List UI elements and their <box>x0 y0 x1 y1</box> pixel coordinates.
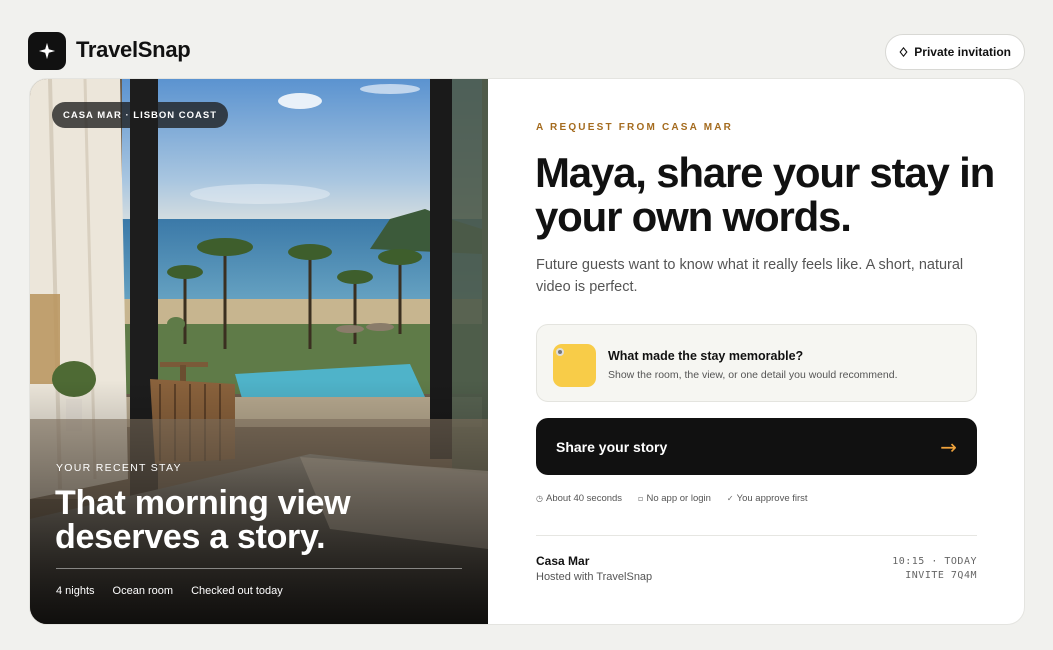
share-story-label: Share your story <box>556 438 668 455</box>
stay-meta-checkout: Checked out today <box>191 585 283 597</box>
request-eyebrow: A REQUEST FROM CASA MAR <box>536 122 734 133</box>
brand-name: TravelSnap <box>76 37 191 62</box>
panel-divider <box>536 535 977 536</box>
stay-meta-nights: 4 nights <box>56 585 95 597</box>
story-prompt-card: What made the stay memorable? Show the r… <box>536 324 977 402</box>
request-description: Future guests want to know what it reall… <box>536 257 964 295</box>
prompt-note-icon <box>553 344 596 387</box>
check-icon: ✓ <box>726 494 734 503</box>
prompt-title: What made the stay memorable? <box>608 349 804 363</box>
host-name: Casa Mar <box>536 554 590 568</box>
invitation-card: CASA MAR · LISBON COAST YOUR RECENT STAY… <box>29 78 1025 625</box>
host-subtitle: Hosted with TravelSnap <box>536 571 653 583</box>
clock-icon: ◷ <box>536 494 543 503</box>
feature-duration: ◷ About 40 seconds <box>536 493 623 504</box>
stay-meta: 4 nights Ocean room Checked out today <box>56 585 283 597</box>
logo-mark <box>28 32 66 70</box>
diamond-icon <box>899 47 908 57</box>
invite-code: INVITE 7Q4M <box>905 570 977 581</box>
hero-kicker: YOUR RECENT STAY <box>56 462 182 474</box>
feature-approval: ✓ You approve first <box>726 493 808 504</box>
location-badge: CASA MAR · LISBON COAST <box>52 102 229 128</box>
square-icon: ▫ <box>638 494 644 503</box>
arrow-right-icon: → <box>940 434 957 459</box>
share-story-button[interactable]: Share your story → <box>536 418 977 475</box>
prompt-subtitle: Show the room, the view, or one detail y… <box>608 369 898 381</box>
invite-timestamp: 10:15 · TODAY <box>892 556 977 567</box>
sparkle-icon <box>38 42 56 60</box>
hero-image: CASA MAR · LISBON COAST YOUR RECENT STAY… <box>30 79 488 624</box>
feature-list: ◷ About 40 seconds ▫ No app or login ✓ You … <box>536 493 808 504</box>
private-invitation-badge[interactable]: Private invitation <box>885 34 1025 70</box>
hero-title: That morning view deserves a story. <box>55 484 351 556</box>
hero-divider <box>56 568 462 569</box>
stay-meta-room: Ocean room <box>112 585 174 597</box>
request-panel: A REQUEST FROM CASA MAR Maya, share your… <box>488 79 1024 624</box>
private-invitation-label: Private invitation <box>914 45 1011 59</box>
feature-no-app: ▫ No app or login <box>638 493 711 504</box>
page-title: Maya, share your stay in your own words. <box>535 149 995 240</box>
